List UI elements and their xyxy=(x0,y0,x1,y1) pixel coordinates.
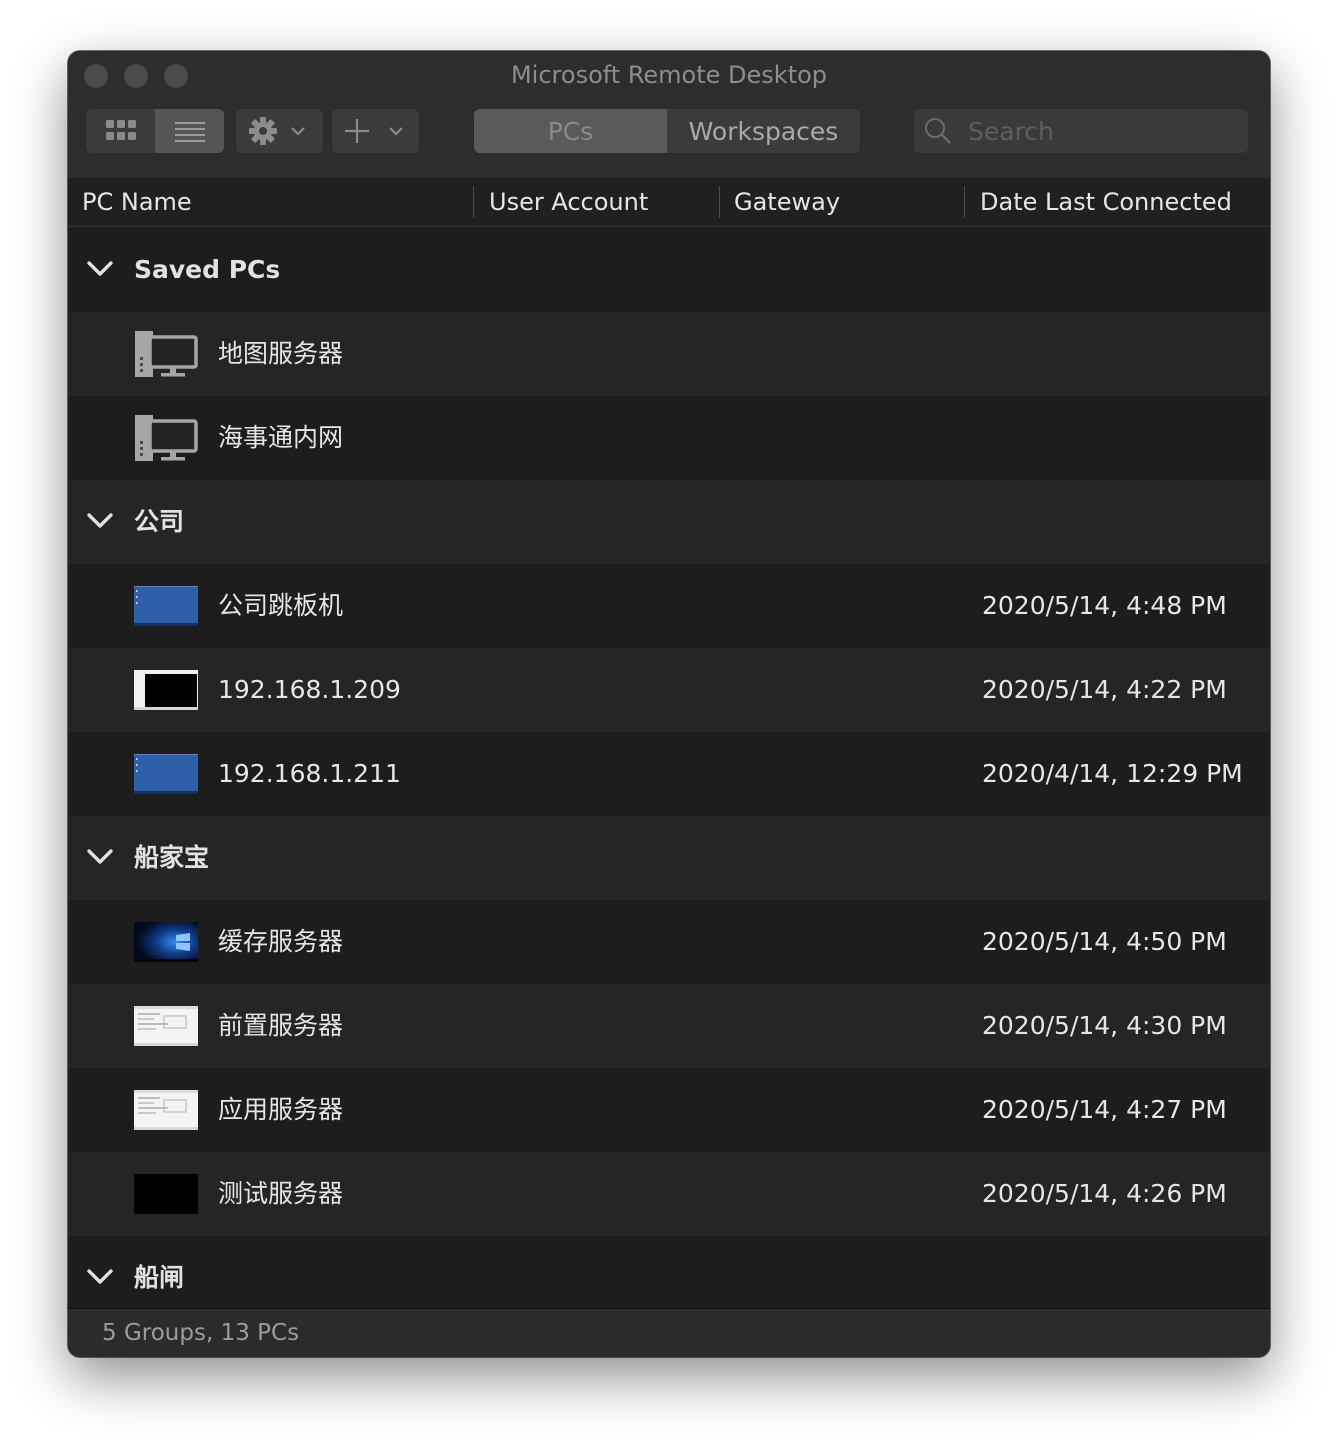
pc-row[interactable]: 地图服务器 xyxy=(68,312,1270,396)
pc-name: 192.168.1.209 xyxy=(218,675,401,704)
pc-row[interactable]: 缓存服务器 2020/5/14, 4:50 PM xyxy=(68,900,1270,984)
chevron-down-icon xyxy=(389,127,403,136)
pc-thumbnail xyxy=(134,1090,198,1130)
grid-view-button[interactable] xyxy=(86,109,155,153)
add-menu-button[interactable] xyxy=(332,109,419,153)
chevron-down-icon[interactable] xyxy=(86,258,114,280)
group-name: 公司 xyxy=(134,507,185,536)
search-input[interactable] xyxy=(966,115,1240,147)
pc-thumbnail xyxy=(134,670,198,710)
tab-workspaces[interactable]: Workspaces xyxy=(667,109,860,153)
pc-last-connected: 2020/5/14, 4:22 PM xyxy=(982,675,1227,704)
list-view-button[interactable] xyxy=(155,109,224,153)
chevron-down-icon xyxy=(291,127,305,136)
search-field[interactable] xyxy=(914,109,1248,153)
pc-row[interactable]: 前置服务器 2020/5/14, 4:30 PM xyxy=(68,984,1270,1068)
pc-name: 海事通内网 xyxy=(218,423,344,452)
pc-last-connected: 2020/5/14, 4:30 PM xyxy=(982,1011,1227,1040)
status-bar: 5 Groups, 13 PCs xyxy=(68,1308,1270,1357)
pc-list: Saved PCs 地图服务器海事通内网公司公司跳板机 2020/5/14, 4:4… xyxy=(68,228,1270,1310)
plus-icon xyxy=(345,119,369,143)
pc-row[interactable]: 192.168.1.211 2020/4/14, 12:29 PM xyxy=(68,732,1270,816)
group-name: Saved PCs xyxy=(134,255,281,284)
column-divider[interactable] xyxy=(473,186,474,218)
chevron-down-icon[interactable] xyxy=(86,1266,114,1288)
pc-thumbnail xyxy=(134,922,198,962)
column-divider[interactable] xyxy=(719,186,720,218)
pc-thumbnail xyxy=(134,1006,198,1046)
group-name: 船闸 xyxy=(134,1263,185,1292)
pc-row[interactable]: 应用服务器 2020/5/14, 4:27 PM xyxy=(68,1068,1270,1152)
pc-icon xyxy=(134,331,198,377)
grid-icon xyxy=(105,120,136,140)
column-header: PC Name User Account Gateway Date Last C… xyxy=(68,178,1270,227)
pc-thumbnail xyxy=(134,586,198,626)
pcs-workspaces-tabs: PCs Workspaces xyxy=(474,109,860,153)
pc-last-connected: 2020/4/14, 12:29 PM xyxy=(982,759,1243,788)
pc-name: 公司跳板机 xyxy=(218,591,344,620)
pc-icon xyxy=(134,415,198,461)
pc-name: 192.168.1.211 xyxy=(218,759,401,788)
column-pc-name[interactable]: PC Name xyxy=(82,178,192,226)
column-user-account[interactable]: User Account xyxy=(489,178,648,226)
pc-name: 缓存服务器 xyxy=(218,927,344,956)
pc-row[interactable]: 公司跳板机 2020/5/14, 4:48 PM xyxy=(68,564,1270,648)
tab-pcs[interactable]: PCs xyxy=(474,109,667,153)
search-icon xyxy=(925,118,951,144)
app-window: Microsoft Remote Desktop PCs Workspaces … xyxy=(68,51,1270,1357)
pc-name: 地图服务器 xyxy=(218,339,344,368)
column-divider[interactable] xyxy=(964,186,965,218)
group-name: 船家宝 xyxy=(134,843,210,872)
gear-icon xyxy=(249,117,277,145)
pc-row[interactable]: 海事通内网 xyxy=(68,396,1270,480)
pc-thumbnail xyxy=(134,754,198,794)
pc-row[interactable]: 192.168.1.209 2020/5/14, 4:22 PM xyxy=(68,648,1270,732)
title-toolbar: Microsoft Remote Desktop PCs Workspaces … xyxy=(68,51,1270,179)
pc-last-connected: 2020/5/14, 4:26 PM xyxy=(982,1179,1227,1208)
status-summary: 5 Groups, 13 PCs xyxy=(102,1320,300,1346)
pc-row[interactable]: 测试服务器 2020/5/14, 4:26 PM xyxy=(68,1152,1270,1236)
pc-last-connected: 2020/5/14, 4:27 PM xyxy=(982,1095,1227,1124)
column-gateway[interactable]: Gateway xyxy=(734,178,840,226)
group-header[interactable]: Saved PCs xyxy=(68,228,1270,312)
list-icon xyxy=(174,122,205,142)
pc-last-connected: 2020/5/14, 4:50 PM xyxy=(982,927,1227,956)
window-title: Microsoft Remote Desktop xyxy=(510,61,828,89)
group-header[interactable]: 船家宝 xyxy=(68,816,1270,900)
pc-last-connected: 2020/5/14, 4:48 PM xyxy=(982,591,1227,620)
group-header[interactable]: 船闸 xyxy=(68,1236,1270,1310)
column-date-last-connected[interactable]: Date Last Connected xyxy=(980,178,1232,226)
settings-menu-button[interactable] xyxy=(236,109,323,153)
pc-name: 测试服务器 xyxy=(218,1179,344,1208)
chevron-down-icon[interactable] xyxy=(86,510,114,532)
pc-name: 前置服务器 xyxy=(218,1011,344,1040)
chevron-down-icon[interactable] xyxy=(86,846,114,868)
group-header[interactable]: 公司 xyxy=(68,480,1270,564)
pc-name: 应用服务器 xyxy=(218,1095,344,1124)
pc-thumbnail xyxy=(134,1174,198,1214)
